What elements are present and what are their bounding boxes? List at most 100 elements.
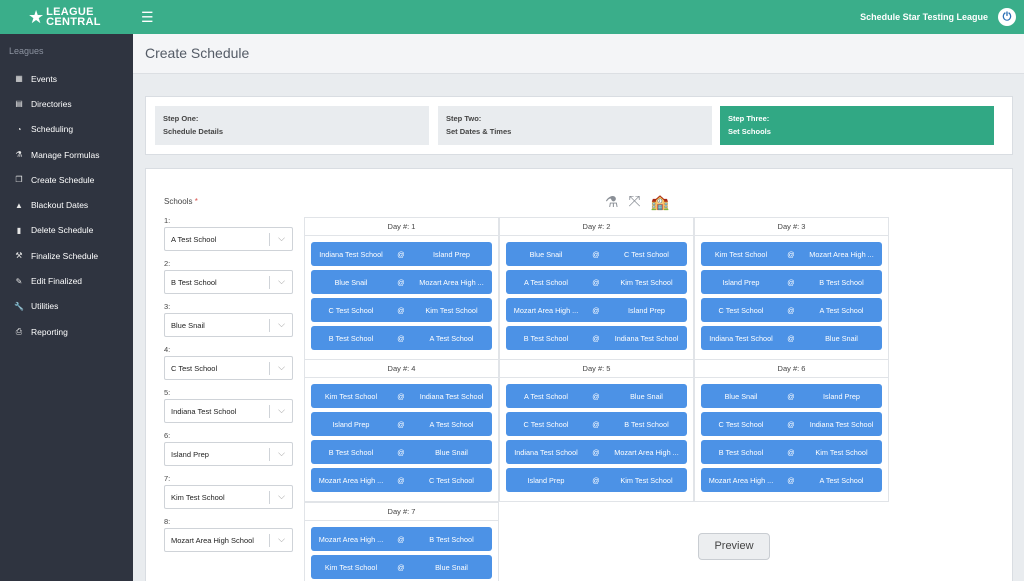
- game-card[interactable]: C Test School @ A Test School: [701, 298, 882, 322]
- step-two-subtitle: Set Dates & Times: [446, 127, 512, 136]
- sidebar-item-reporting[interactable]: ⎙ Reporting: [0, 319, 133, 344]
- sidebar-item-create-schedule[interactable]: ❐ Create Schedule: [0, 167, 133, 192]
- game-card[interactable]: Island Prep @ Kim Test School: [506, 468, 687, 492]
- game-card[interactable]: Island Prep @ A Test School: [311, 412, 492, 436]
- game-card[interactable]: Blue Snail @ C Test School: [506, 242, 687, 266]
- flask-icon[interactable]: ⚗: [605, 193, 618, 211]
- home-team: Island Prep: [722, 277, 760, 287]
- schools-label: Schools *: [164, 197, 198, 206]
- chevron-down-icon[interactable]: ⌵: [278, 405, 285, 416]
- at-symbol: @: [592, 419, 600, 429]
- hamburger-menu-icon[interactable]: ☰: [141, 9, 154, 26]
- chevron-down-icon[interactable]: ⌵: [278, 233, 285, 244]
- sidebar-item-manage-formulas[interactable]: ⚗ Manage Formulas: [0, 142, 133, 167]
- league-name[interactable]: Schedule Star Testing League: [860, 12, 988, 22]
- school-select[interactable]: Island Prep ⌵: [164, 442, 293, 466]
- game-card[interactable]: Mozart Area High ... @ C Test School: [311, 468, 492, 492]
- game-card[interactable]: C Test School @ Indiana Test School: [701, 412, 882, 436]
- game-card[interactable]: Indiana Test School @ Mozart Area High ...: [506, 440, 687, 464]
- game-card[interactable]: Mozart Area High ... @ Island Prep: [506, 298, 687, 322]
- power-icon[interactable]: ⏻: [998, 8, 1016, 26]
- game-card[interactable]: Kim Test School @ Mozart Area High ...: [701, 242, 882, 266]
- sidebar-item-edit-finalized[interactable]: ✎ Edit Finalized: [0, 268, 133, 293]
- game-card[interactable]: B Test School @ Kim Test School: [701, 440, 882, 464]
- game-card[interactable]: Indiana Test School @ Island Prep: [311, 242, 492, 266]
- step-one[interactable]: Step One: Schedule Details: [155, 106, 429, 145]
- select-divider: [269, 405, 270, 418]
- game-card[interactable]: Mozart Area High ... @ A Test School: [701, 468, 882, 492]
- game-card[interactable]: Mozart Area High ... @ B Test School: [311, 527, 492, 551]
- sidebar-item-directories[interactable]: ▤ Directories: [0, 91, 133, 116]
- day-title: Day #: 2: [500, 218, 693, 236]
- sidebar-item-finalize-schedule[interactable]: ⚒ Finalize Schedule: [0, 243, 133, 268]
- sidebar-item-blackout-dates[interactable]: ▲ Blackout Dates: [0, 192, 133, 217]
- school-select[interactable]: Indiana Test School ⌵: [164, 399, 293, 423]
- home-team: B Test School: [523, 333, 569, 343]
- away-team: Kim Test School: [620, 277, 673, 287]
- home-team: C Test School: [523, 419, 569, 429]
- school-select[interactable]: Mozart Area High School ⌵: [164, 528, 293, 552]
- sidebar-item-label: Blackout Dates: [31, 200, 89, 211]
- sidebar: Leagues ▦ Events ▤ Directories ◔ Scheduling ⚗ M…: [0, 34, 133, 581]
- school-select-value: A Test School: [171, 234, 217, 244]
- game-card[interactable]: Kim Test School @ Indiana Test School: [311, 384, 492, 408]
- game-card[interactable]: Indiana Test School @ Blue Snail: [701, 326, 882, 350]
- chevron-down-icon[interactable]: ⌵: [278, 362, 285, 373]
- clock-icon: ◔: [16, 124, 22, 134]
- game-card[interactable]: A Test School @ Kim Test School: [506, 270, 687, 294]
- chevron-down-icon[interactable]: ⌵: [278, 534, 285, 545]
- home-team: Kim Test School: [324, 562, 378, 572]
- sidebar-item-label: Directories: [31, 98, 72, 109]
- game-card[interactable]: Kim Test School @ Blue Snail: [311, 555, 492, 579]
- school-select-value: Mozart Area High School: [171, 535, 254, 545]
- step-three[interactable]: Step Three: Set Schools: [720, 106, 994, 145]
- day-title: Day #: 1: [305, 218, 498, 236]
- home-team: Mozart Area High ...: [513, 305, 579, 315]
- home-team: Mozart Area High ...: [318, 534, 384, 544]
- home-team: Blue Snail: [529, 249, 563, 259]
- top-bar: ★ LEAGUE CENTRAL ☰ Schedule Star Testing…: [0, 0, 1024, 34]
- sidebar-nav: ▦ Events ▤ Directories ◔ Scheduling ⚗ Manage Fo…: [0, 66, 133, 344]
- step-three-subtitle: Set Schools: [728, 127, 771, 136]
- trash-icon: ▮: [16, 225, 22, 235]
- game-card[interactable]: Blue Snail @ Mozart Area High ...: [311, 270, 492, 294]
- school-icon[interactable]: 🏫: [650, 193, 669, 211]
- game-card[interactable]: B Test School @ A Test School: [311, 326, 492, 350]
- sidebar-item-events[interactable]: ▦ Events: [0, 66, 133, 91]
- school-select[interactable]: Blue Snail ⌵: [164, 313, 293, 337]
- chevron-down-icon[interactable]: ⌵: [278, 491, 285, 502]
- chevron-down-icon[interactable]: ⌵: [278, 276, 285, 287]
- chevron-down-icon[interactable]: ⌵: [278, 319, 285, 330]
- school-select[interactable]: B Test School ⌵: [164, 270, 293, 294]
- school-select-value: C Test School: [171, 363, 218, 373]
- chevron-down-icon[interactable]: ⌵: [278, 448, 285, 459]
- school-select[interactable]: C Test School ⌵: [164, 356, 293, 380]
- list-icon: ▤: [15, 99, 23, 109]
- school-select[interactable]: Kim Test School ⌵: [164, 485, 293, 509]
- step-two[interactable]: Step Two: Set Dates & Times: [438, 106, 712, 145]
- game-card[interactable]: C Test School @ B Test School: [506, 412, 687, 436]
- away-team: Blue Snail: [630, 391, 663, 401]
- sidebar-item-scheduling[interactable]: ◔ Scheduling: [0, 117, 133, 142]
- game-card[interactable]: Blue Snail @ Island Prep: [701, 384, 882, 408]
- league-central-logo[interactable]: ★ LEAGUE CENTRAL: [0, 0, 133, 34]
- select-divider: [269, 276, 270, 289]
- at-symbol: @: [397, 277, 405, 287]
- game-card[interactable]: A Test School @ Blue Snail: [506, 384, 687, 408]
- sidebar-item-delete-schedule[interactable]: ▮ Delete Schedule: [0, 218, 133, 243]
- star-icon: ★: [28, 7, 45, 27]
- game-card[interactable]: B Test School @ Indiana Test School: [506, 326, 687, 350]
- game-card[interactable]: B Test School @ Blue Snail: [311, 440, 492, 464]
- game-list: Indiana Test School @ Island Prep Blue Snai…: [305, 236, 498, 350]
- away-team: B Test School: [819, 277, 864, 287]
- game-card[interactable]: Island Prep @ B Test School: [701, 270, 882, 294]
- game-card[interactable]: C Test School @ Kim Test School: [311, 298, 492, 322]
- game-list: Blue Snail @ C Test School A Test School @ Ki…: [500, 236, 693, 350]
- home-team: C Test School: [718, 419, 764, 429]
- school-slot: 7: Kim Test School ⌵: [164, 474, 293, 509]
- home-team: Indiana Test School: [709, 333, 773, 343]
- sidebar-item-utilities[interactable]: 🔧 Utilities: [0, 294, 133, 319]
- school-select[interactable]: A Test School ⌵: [164, 227, 293, 251]
- compress-icon[interactable]: ⤧: [628, 193, 640, 211]
- home-team: B Test School: [718, 447, 764, 457]
